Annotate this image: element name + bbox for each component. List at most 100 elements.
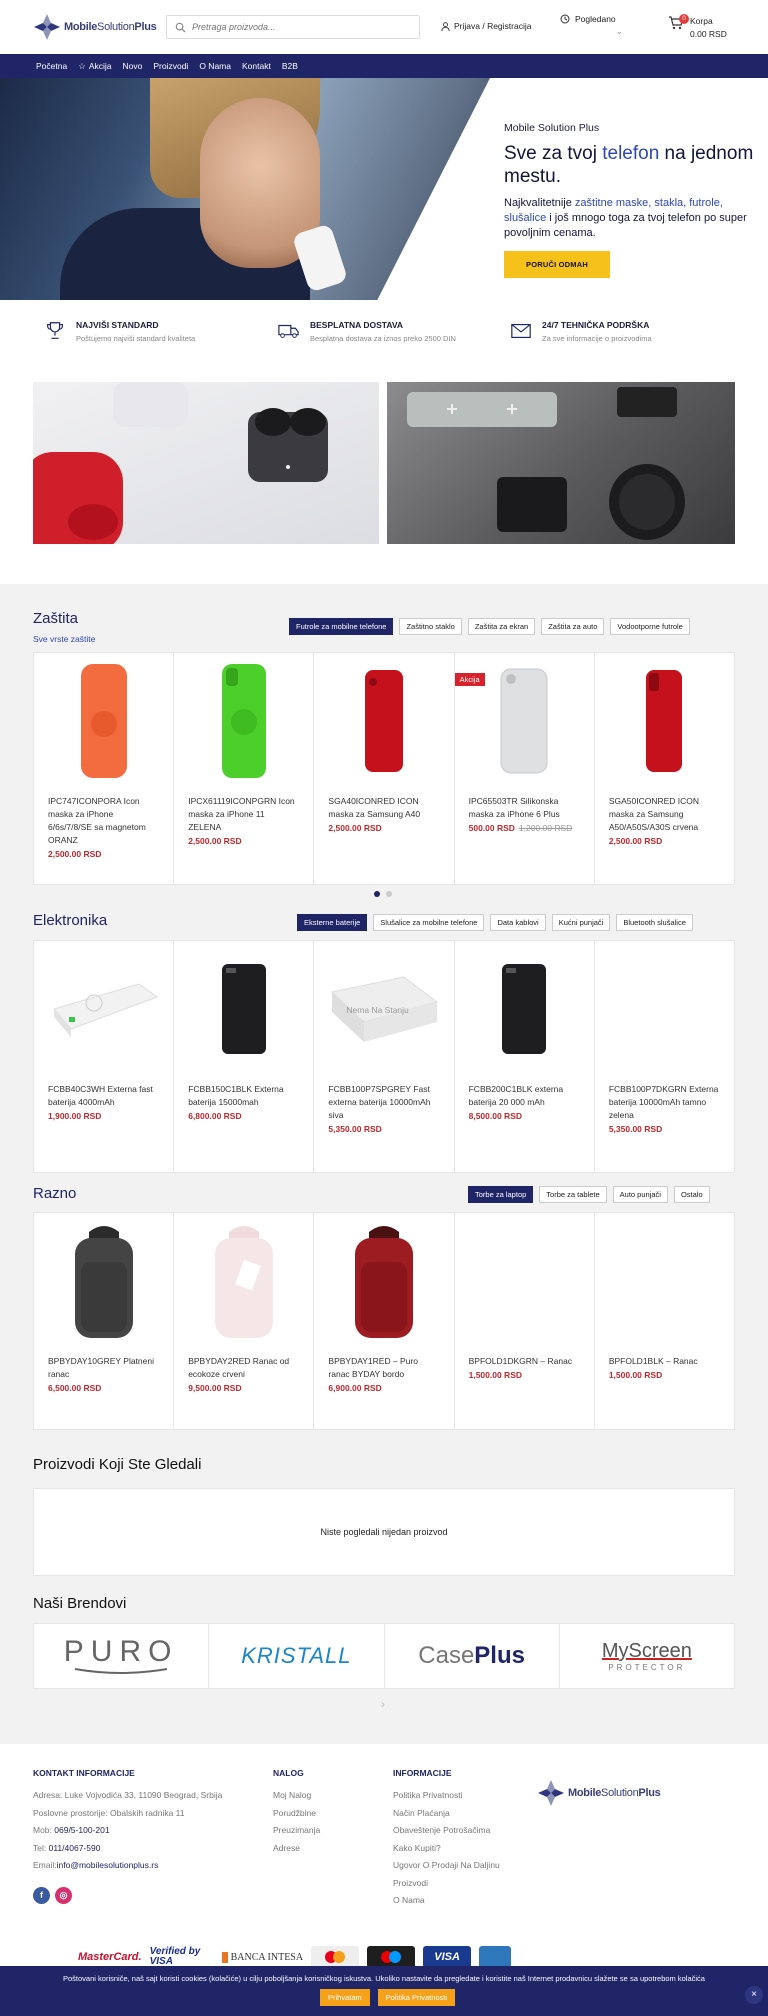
product-name: BPFOLD1DKGRN – Ranac — [468, 1356, 573, 1366]
tab-kucni-punjaci[interactable]: Kućni punjači — [551, 914, 611, 931]
brand-protector-text: PROTECTOR — [608, 1663, 686, 1672]
product-image — [646, 670, 683, 772]
footer-link-politika-privatnosti[interactable]: Politika Privatnosti — [393, 1787, 500, 1805]
tab-bluetooth-slusalice[interactable]: Bluetooth slušalice — [616, 914, 693, 931]
footer-mobile-link[interactable]: 069/5-100-201 — [54, 1825, 109, 1835]
footer-link-adrese[interactable]: Adrese — [273, 1840, 320, 1858]
tab-eksterne-baterije[interactable]: Eksterne baterije — [297, 914, 368, 931]
footer-email-link[interactable]: info@mobilesolutionplus.rs — [57, 1860, 159, 1870]
brand-kristall[interactable]: KRISTALL — [209, 1624, 385, 1688]
feature-sub: Poštujemo najviši standard kvaliteta — [76, 334, 196, 343]
earbuds-illustration — [33, 382, 328, 544]
product-name: BPFOLD1BLK – Ranac — [608, 1356, 698, 1366]
facebook-icon[interactable]: f — [33, 1886, 50, 1904]
carousel-dots — [374, 891, 392, 897]
promo-banner-earbuds[interactable] — [33, 382, 379, 544]
footer-link-preuzimanja[interactable]: Preuzimanja — [273, 1822, 320, 1840]
product-card[interactable]: BPFOLD1DKGRN – Ranac 1,500.00 RSD — [455, 1213, 595, 1429]
product-card[interactable]: Akcija IPC65503TR Silikonska maska za iP… — [454, 653, 595, 884]
carousel-dot[interactable] — [386, 891, 392, 897]
tab-zastita-za-ekran[interactable]: Zaštita za ekran — [467, 618, 536, 635]
nav-item-novo[interactable]: Novo — [123, 61, 143, 71]
hero-banner: Mobile Solution Plus Sve za tvoj telefon… — [0, 78, 768, 300]
cart-button[interactable]: 0 Korpa 0.00 RSD — [668, 14, 727, 41]
product-card[interactable]: FCBB150C1BLK Externa baterija 15000mah 6… — [174, 941, 315, 1172]
nav-item-b2b[interactable]: B2B — [282, 61, 298, 71]
tab-ostalo[interactable]: Ostalo — [673, 1186, 710, 1203]
footer-logo[interactable]: MobileSolutionPlus — [536, 1778, 661, 1808]
logo-mark-icon — [538, 1780, 564, 1806]
cookie-accept-button[interactable]: Prihvatam — [320, 1989, 370, 2006]
cookie-privacy-button[interactable]: Politika Privatnosti — [377, 1989, 456, 2006]
product-card[interactable]: FCBB100P7DKGRN Externa baterija 10000mAh… — [595, 941, 734, 1172]
site-logo[interactable]: MobileSolutionPlus — [32, 12, 157, 42]
product-image — [221, 664, 266, 778]
brand-caseplus[interactable]: CasePlus — [385, 1624, 560, 1688]
nav-item-proizvodi[interactable]: Proizvodi — [153, 61, 188, 71]
trophy-icon — [47, 322, 63, 339]
tab-torbe-za-laptop[interactable]: Torbe za laptop — [468, 1186, 534, 1203]
product-card[interactable]: FCBB40C3WH Externa fast baterija 4000mAh… — [34, 941, 175, 1172]
footer-link-kako-kupiti[interactable]: Kako Kupiti? — [393, 1840, 500, 1858]
nav-item-akcija[interactable]: ☆ Akcija — [78, 61, 111, 72]
product-card[interactable]: FCBB200C1BLK externa baterija 20 000 mAh… — [455, 941, 595, 1172]
product-name: SGA50ICONRED ICON maska za Samsung A50/A… — [608, 796, 700, 832]
footer-link-porudzbine[interactable]: Porudžbine — [273, 1805, 320, 1823]
footer-phone-link[interactable]: 011/4067-590 — [49, 1843, 101, 1853]
footer-link-obavestenje[interactable]: Obaveštenje Potrošačima — [393, 1822, 500, 1840]
feature-sub: Besplatna dostava za iznos preko 2500 DI… — [310, 334, 456, 343]
footer-link-ugovor[interactable]: Ugovor O Prodaji Na Daljinu — [393, 1857, 500, 1875]
tab-torbe-za-tablete[interactable]: Torbe za tablete — [539, 1186, 607, 1203]
product-card[interactable]: BPBYDAY1RED – Puro ranac BYDAY bordo 6,9… — [314, 1213, 455, 1429]
hero-title-highlight: telefon — [602, 143, 660, 164]
product-card[interactable]: IPCX61119ICONPGRN Icon maska za iPhone 1… — [174, 653, 315, 884]
hero-title: Sve za tvoj telefon na jednom mestu. — [504, 142, 754, 188]
login-register-link[interactable]: Prijava / Registracija — [441, 21, 531, 31]
viewed-dropdown[interactable]: Pogledano ⌄ — [560, 14, 623, 36]
tab-vodootporne-futrole[interactable]: Vodootporne futrole — [610, 618, 690, 635]
tab-zastitno-staklo[interactable]: Zaštitno staklo — [399, 618, 462, 635]
feature-delivery: BESPLATNA DOSTAVA Besplatna dostava za iz… — [276, 320, 456, 343]
product-card[interactable]: Nema Na Stanju FCBB100P7SPGREY Fast exte… — [314, 941, 455, 1172]
product-card[interactable]: BPFOLD1BLK – Ranac 1,500.00 RSD — [595, 1213, 734, 1429]
nav-item-pocetna[interactable]: Početna — [36, 61, 67, 71]
promo-banner-chargers[interactable] — [387, 382, 735, 544]
footer-link-o-nama[interactable]: O Nama — [393, 1892, 500, 1910]
promo-banners — [0, 364, 768, 584]
chevron-right-icon[interactable]: › — [381, 1697, 385, 1711]
section-title-brands: Naši Brendovi — [33, 1595, 127, 1612]
product-card[interactable]: SGA50ICONRED ICON maska za Samsung A50/A… — [595, 653, 734, 884]
product-image-empty — [609, 941, 720, 1077]
zastita-tabs: Futrole za mobilne telefone Zaštitno sta… — [289, 618, 690, 635]
product-card[interactable]: IPC747ICONPORA Icon maska za iPhone 6/6s… — [34, 653, 175, 884]
user-icon — [441, 21, 450, 31]
close-icon[interactable]: × — [745, 1986, 763, 2004]
tab-slusalice[interactable]: Slušalice za mobilne telefone — [373, 914, 485, 931]
footer-address: Adresa: Luke Vojvodića 33, 11090 Beograd… — [33, 1790, 223, 1800]
hero-kicker: Mobile Solution Plus — [504, 122, 600, 134]
brands-carousel: PURO KRISTALL CasePlus MyScreen PROTECTO… — [33, 1623, 735, 1689]
footer-link-proizvodi[interactable]: Proizvodi — [393, 1875, 500, 1893]
nav-item-kontakt[interactable]: Kontakt — [242, 61, 271, 71]
chevron-down-icon: ⌄ — [616, 27, 623, 36]
product-card[interactable]: SGA40ICONRED ICON maska za Samsung A40 2… — [314, 653, 455, 884]
search-input[interactable] — [192, 22, 412, 32]
tab-zastita-za-auto[interactable]: Zaštita za auto — [541, 618, 605, 635]
instagram-icon[interactable]: ◎ — [55, 1886, 72, 1904]
order-now-button[interactable]: PORUČI ODMAH — [504, 251, 610, 278]
footer-mob-label: Mob: — [33, 1825, 55, 1835]
product-card[interactable]: BPBYDAY10GREY Platneni ranac 6,500.00 RS… — [34, 1213, 175, 1429]
footer-link-moj-nalog[interactable]: Moj Nalog — [273, 1787, 320, 1805]
carousel-dot[interactable] — [374, 891, 380, 897]
tab-auto-punjaci[interactable]: Auto punjači — [612, 1186, 668, 1203]
nav-item-o-nama[interactable]: O Nama — [199, 61, 231, 71]
footer-tel-label: Tel: — [33, 1842, 49, 1853]
product-card[interactable]: BPBYDAY2RED Ranac od ecokoze crveni 9,50… — [174, 1213, 315, 1429]
footer-link-nacin-placanja[interactable]: Način Plaćanja — [393, 1805, 500, 1823]
brand-myscreen[interactable]: MyScreen PROTECTOR — [560, 1624, 734, 1688]
tab-data-kablovi[interactable]: Data kablovi — [490, 914, 546, 931]
product-name: FCBB100P7SPGREY Fast externa baterija 10… — [328, 1084, 431, 1120]
tab-futrole[interactable]: Futrole za mobilne telefone — [289, 618, 394, 635]
brand-puro[interactable]: PURO — [34, 1624, 210, 1688]
all-protection-link[interactable]: Sve vrste zaštite — [33, 634, 95, 644]
